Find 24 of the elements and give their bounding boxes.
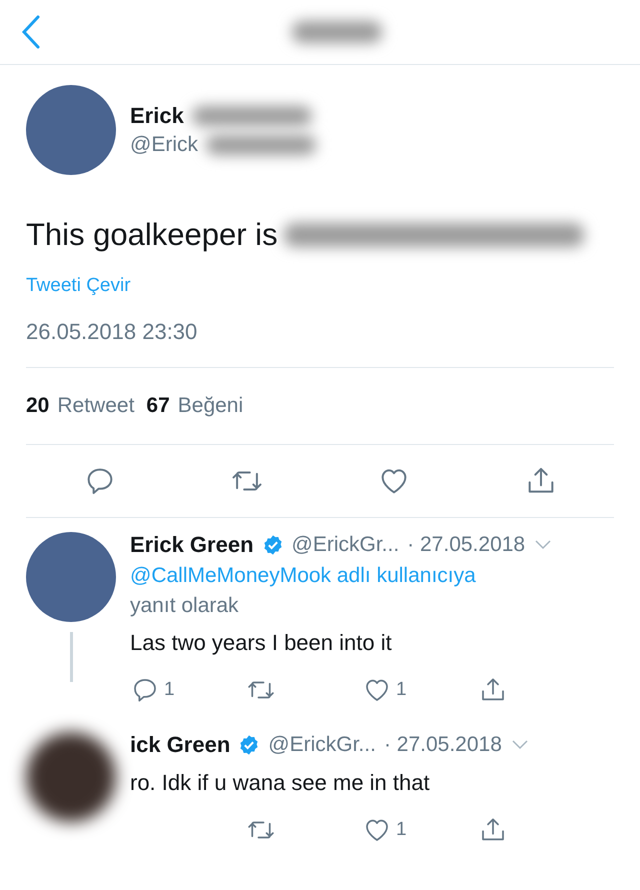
user-name: ick Green	[130, 732, 230, 758]
reply-to-text: yanıt olarak	[130, 594, 240, 618]
stat-label[interactable]: Beğeni	[178, 394, 244, 418]
tweet-text: This goalkeeper is	[26, 217, 278, 253]
stat-label[interactable]: Retweet	[57, 394, 134, 418]
blurred-avatar[interactable]	[26, 732, 116, 822]
tweet-timestamp: 26.05.2018 23:30	[26, 319, 614, 368]
action-count: 1	[396, 819, 407, 841]
user-name: Erick Green	[130, 532, 254, 558]
reply-date: · 27.05.2018	[384, 733, 502, 757]
user-name: Erick	[130, 103, 184, 129]
back-icon[interactable]	[20, 14, 42, 50]
reply-date: · 27.05.2018	[407, 533, 526, 557]
user-handle: @ErickGr...	[292, 533, 400, 557]
reply-to-link[interactable]: @CallMeMoneyMook adlı kullanıcıya	[130, 564, 614, 588]
stat-count: 67	[146, 394, 170, 418]
reply-text: ro. Idk if u wana see me in that	[130, 770, 431, 796]
user-handle: @ErickGr...	[268, 733, 376, 757]
action-count: 1	[396, 679, 407, 701]
reply-text: Las two years I been into it	[130, 630, 393, 656]
action-count: 1	[164, 679, 175, 701]
user-handle: @Erick	[130, 133, 198, 157]
translate-link[interactable]: Tweeti Çevir	[26, 275, 614, 297]
stat-count: 20	[26, 394, 50, 418]
